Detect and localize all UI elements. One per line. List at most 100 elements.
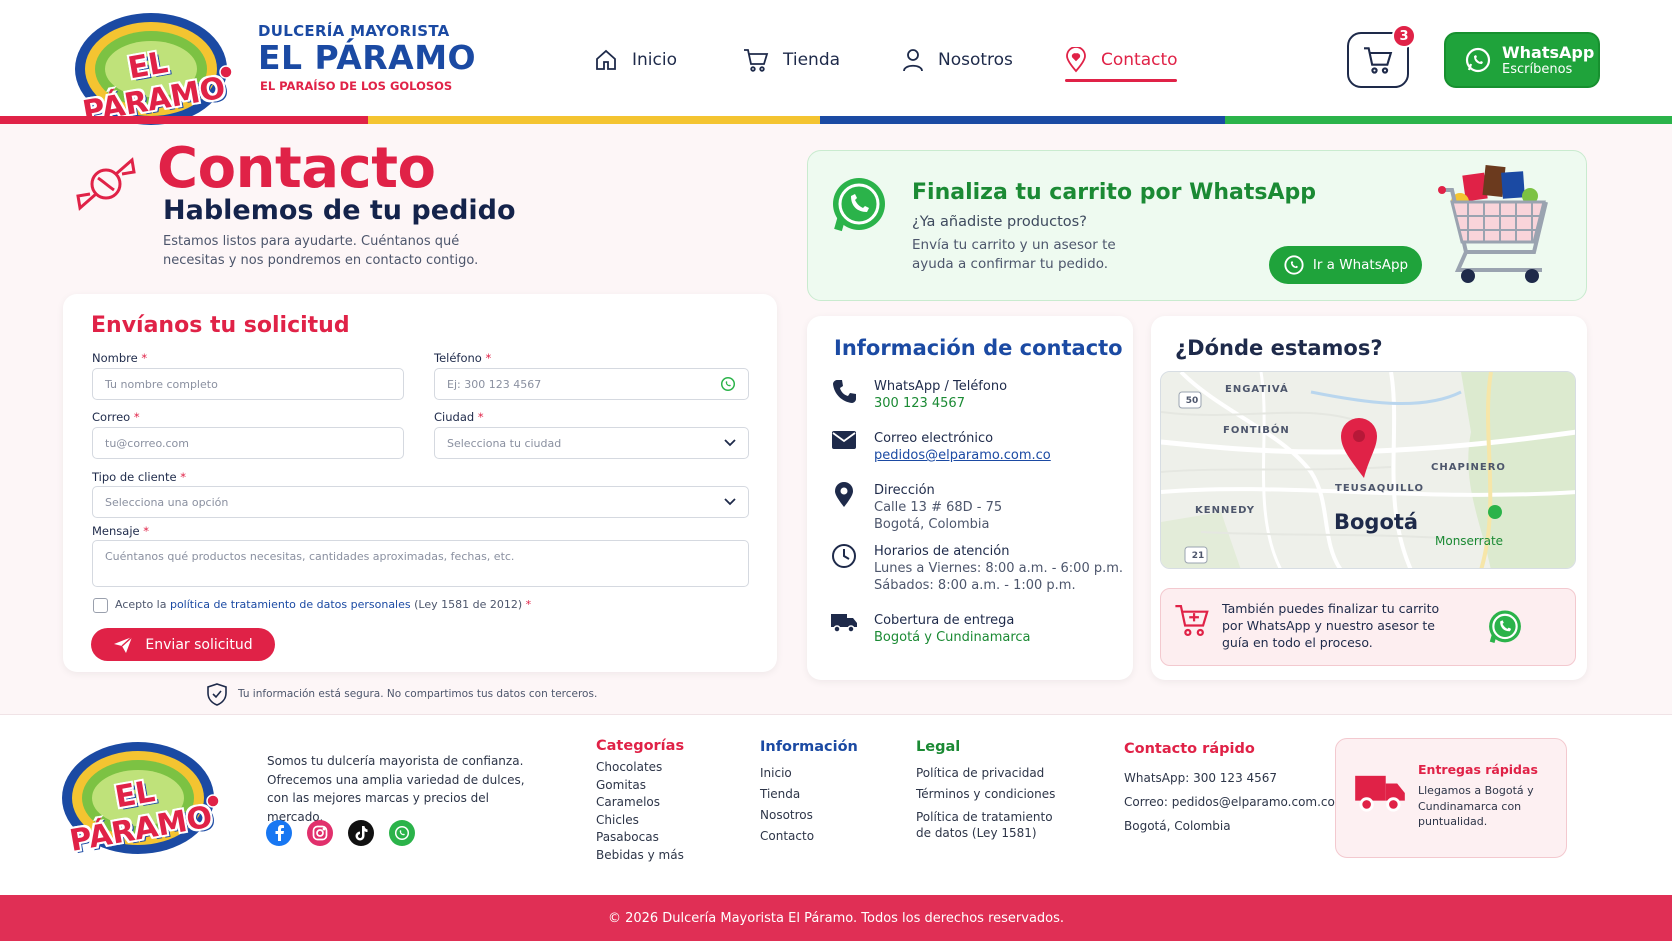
page-title: Contacto <box>157 136 436 201</box>
map-label-fontibon: FONTIBÓN <box>1223 425 1290 436</box>
nav-label: Contacto <box>1101 50 1178 70</box>
phone-input[interactable]: Ej: 300 123 4567 <box>434 368 749 400</box>
footer-legal: Legal Política de privacidad Términos y … <box>916 739 1056 841</box>
cart-icon <box>743 48 769 72</box>
whatsapp-icon <box>720 376 736 392</box>
delivery-title: Entregas rápidas <box>1418 762 1538 777</box>
footer-link[interactable]: Inicio <box>760 763 858 784</box>
nav-label: Nosotros <box>938 50 1013 70</box>
client-type-select[interactable]: Selecciona una opción <box>92 486 749 518</box>
name-input[interactable]: Tu nombre completo <box>92 368 404 400</box>
email-input[interactable]: tu@correo.com <box>92 427 404 459</box>
map[interactable]: 50 21 ENGATIVÁ FONTIBÓN CHAPINERO TEUSAQ… <box>1160 371 1576 569</box>
copyright-bar: © 2026 Dulcería Mayorista El Páramo. Tod… <box>0 895 1672 941</box>
city-label: Ciudad * <box>434 410 484 424</box>
home-icon <box>594 48 618 72</box>
security-note: Tu información está segura. No compartim… <box>206 682 597 706</box>
whatsapp-icon <box>828 174 890 236</box>
footer-phone[interactable]: WhatsApp: 300 123 4567 <box>1124 766 1335 790</box>
cart-icon <box>1174 603 1210 637</box>
footer-link[interactable]: Gomitas <box>596 777 684 795</box>
submit-button[interactable]: Enviar solicitud <box>91 628 275 661</box>
route-50-label: 50 <box>1185 396 1199 406</box>
whatsapp-sub: Escríbenos <box>1502 61 1573 77</box>
footer-logo[interactable]: EL PÁRAMO <box>55 737 221 859</box>
delivery-truck-icon <box>1353 772 1407 814</box>
footer-link[interactable]: Pasabocas <box>596 829 684 847</box>
shield-check-icon <box>206 682 228 706</box>
cart-count-badge: 3 <box>1392 24 1416 48</box>
whatsapp-label: WhatsApp <box>1502 42 1595 62</box>
route-21-label: 21 <box>1191 551 1205 561</box>
facebook-icon[interactable] <box>266 820 292 846</box>
footer-link[interactable]: Política de tratamiento <box>916 809 1055 825</box>
footer-link[interactable]: Caramelos <box>596 794 684 812</box>
whatsapp-icon <box>1283 254 1305 276</box>
whatsapp-icon <box>1464 46 1492 74</box>
client-type-label: Tipo de cliente * <box>92 470 186 484</box>
map-label-engativa: ENGATIVÁ <box>1225 384 1289 395</box>
info-phone: WhatsApp / Teléfono 300 123 4567 <box>830 378 1007 412</box>
cart-icon <box>1362 46 1394 74</box>
nav-contacto[interactable]: Contacto <box>1065 38 1178 82</box>
footer-email[interactable]: Correo: pedidos@elparamo.com.co <box>1124 790 1335 814</box>
candy-icon <box>70 148 142 220</box>
footer-city: Bogotá, Colombia <box>1124 819 1231 833</box>
tiktok-icon[interactable] <box>348 820 374 846</box>
info-email: Correo electrónico pedidos@elparamo.com.c… <box>830 430 1051 464</box>
footer-link[interactable]: Bebidas y más <box>596 847 684 865</box>
go-to-whatsapp-button[interactable]: Ir a WhatsApp <box>1269 246 1422 284</box>
email-link[interactable]: pedidos@elparamo.com.co <box>874 447 1051 464</box>
nav-tienda[interactable]: Tienda <box>743 38 840 82</box>
city-select[interactable]: Selecciona tu ciudad <box>434 427 749 459</box>
footer-categories: Categorías Chocolates Gomitas Caramelos … <box>596 738 684 864</box>
phone-icon <box>830 378 858 412</box>
whatsapp-banner-question: ¿Ya añadiste productos? <box>912 214 1087 230</box>
email-label: Correo * <box>92 410 140 424</box>
map-label-kennedy: KENNEDY <box>1195 505 1255 516</box>
location-title: ¿Dónde estamos? <box>1175 336 1383 360</box>
footer-link[interactable]: de datos (Ley 1581) <box>916 825 1055 841</box>
chevron-down-icon <box>724 498 736 506</box>
chevron-down-icon <box>724 439 736 447</box>
footer-link[interactable]: Chocolates <box>596 759 684 777</box>
footer-about: Somos tu dulcería mayorista de confianza… <box>267 754 525 824</box>
nav-label: Tienda <box>783 50 841 70</box>
whatsapp-banner-title: Finaliza tu carrito por WhatsApp <box>912 180 1317 205</box>
truck-icon <box>830 612 858 646</box>
whatsapp-button-round[interactable] <box>1486 608 1524 646</box>
name-label: Nombre * <box>92 351 148 365</box>
submit-label: Enviar solicitud <box>145 636 253 653</box>
privacy-policy-link[interactable]: política de tratamiento de datos persona… <box>170 598 411 611</box>
footer-link[interactable]: Contacto <box>760 826 858 847</box>
brand-logo[interactable]: EL PÁRAMO <box>68 8 234 130</box>
footer-link[interactable]: Tienda <box>760 784 858 805</box>
consent-text: Acepto la política de tratamiento de dat… <box>115 598 532 611</box>
nav-inicio[interactable]: Inicio <box>594 38 677 82</box>
whatsapp-social-icon[interactable] <box>389 820 415 846</box>
brand-name: EL PÁRAMO <box>258 38 477 77</box>
message-textarea[interactable]: Cuéntanos qué productos necesitas, canti… <box>92 540 749 587</box>
page-subtitle: Hablemos de tu pedido <box>163 195 516 226</box>
nav-nosotros[interactable]: Nosotros <box>902 38 1013 82</box>
phone-label: Teléfono * <box>434 351 492 365</box>
footer-link[interactable]: Nosotros <box>760 805 858 826</box>
instagram-icon[interactable] <box>307 820 333 846</box>
also-whatsapp-text: También puedes finalizar tu carrito por … <box>1222 601 1440 650</box>
nav-label: Inicio <box>632 50 677 70</box>
footer-link[interactable]: Términos y condiciones <box>916 784 1055 805</box>
nav-active-underline <box>1065 79 1177 82</box>
delivery-text: Llegamos a Bogotá y Cundinamarca con pun… <box>1418 784 1534 828</box>
map-label-monserrate: Monserrate <box>1435 534 1504 548</box>
shopping-cart-candy-illustration <box>1438 156 1558 290</box>
consent-checkbox[interactable] <box>93 598 108 613</box>
footer-information: Información Inicio Tienda Nosotros Conta… <box>760 739 858 847</box>
whatsapp-banner-description: Envía tu carrito y un asesor te ayuda a … <box>912 237 1116 272</box>
footer-link[interactable]: Chicles <box>596 812 684 830</box>
map-label-city: Bogotá <box>1334 510 1419 534</box>
footer-link[interactable]: Política de privacidad <box>916 763 1055 784</box>
contact-info-title: Información de contacto <box>834 336 1123 360</box>
clock-icon <box>830 543 858 594</box>
message-label: Mensaje * <box>92 524 150 538</box>
whatsapp-header-button[interactable]: WhatsApp Escríbenos <box>1444 32 1600 88</box>
